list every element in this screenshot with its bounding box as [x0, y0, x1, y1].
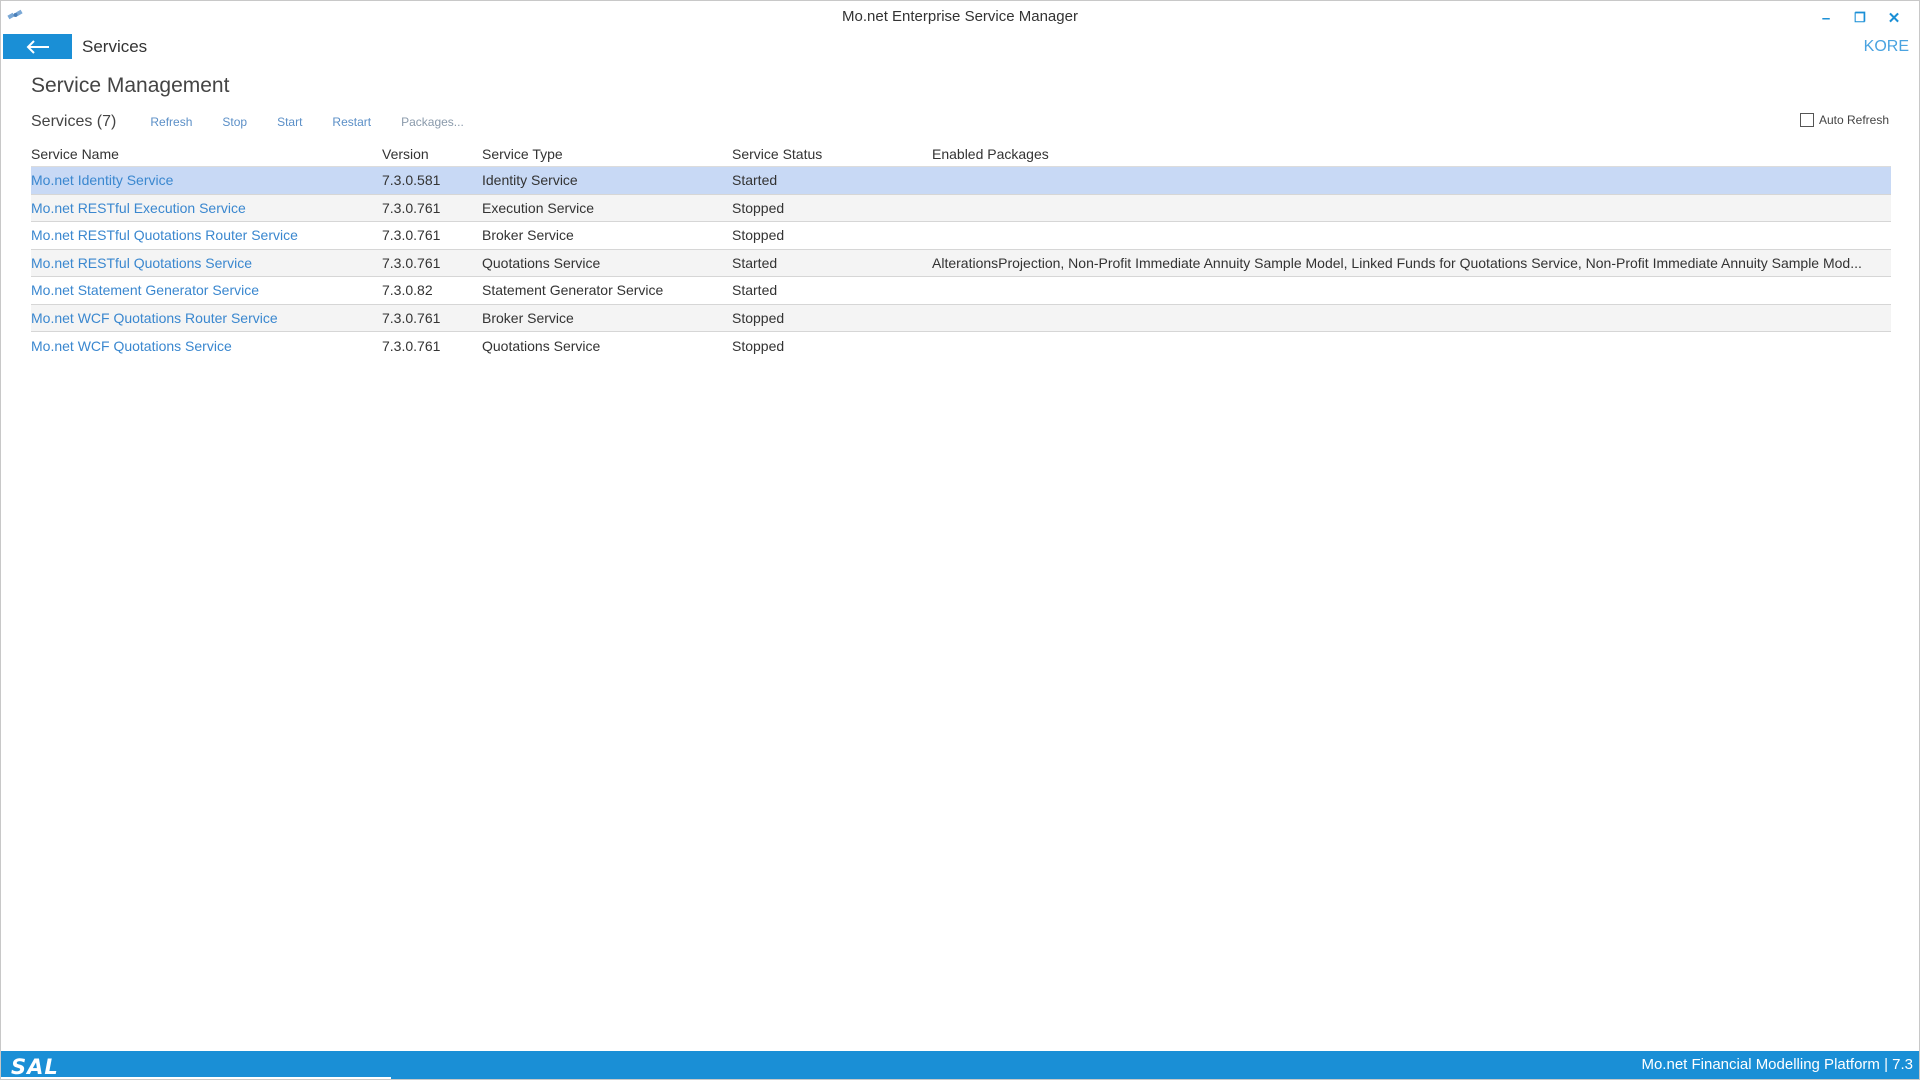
cell-service-type: Quotations Service [482, 337, 601, 354]
cell-service-name[interactable]: Mo.net RESTful Quotations Service [31, 255, 382, 271]
cell-service-name[interactable]: Mo.net WCF Quotations Router Service [31, 310, 382, 326]
cell-service-name[interactable]: Mo.net RESTful Execution Service [31, 200, 382, 216]
start-button[interactable]: Start [277, 115, 302, 129]
table-row[interactable]: Mo.net Identity Service 7.3.0.581 Identi… [31, 167, 1891, 195]
cell-service-status: Started [732, 254, 778, 271]
minimize-button[interactable]: – [1809, 7, 1843, 29]
cell-version: 7.3.0.761 [382, 227, 441, 244]
services-table: Service Name Version Service Type Servic… [31, 141, 1891, 360]
auto-refresh-label: Auto Refresh [1818, 113, 1889, 127]
services-count: Services (7) [31, 113, 117, 130]
cell-service-status: Started [732, 282, 778, 299]
cell-version: 7.3.0.761 [382, 337, 441, 354]
footer-divider [1, 1077, 391, 1079]
table-row[interactable]: Mo.net WCF Quotations Service 7.3.0.761 … [31, 332, 1891, 360]
cell-enabled-packages: AlterationsProjection, Non-Profit Immedi… [932, 254, 1862, 271]
table-row[interactable]: Mo.net RESTful Execution Service 7.3.0.7… [31, 194, 1891, 222]
arrow-left-icon [26, 39, 49, 54]
table-row[interactable]: Mo.net WCF Quotations Router Service 7.3… [31, 304, 1891, 332]
nav-title: Services [82, 37, 148, 56]
cell-version: 7.3.0.761 [382, 199, 441, 216]
table-row[interactable]: Mo.net Statement Generator Service 7.3.0… [31, 277, 1891, 305]
cell-service-status: Stopped [732, 337, 785, 354]
toolbar: Services (7) Refresh Stop Start Restart … [31, 112, 494, 132]
stop-button[interactable]: Stop [222, 115, 247, 129]
platform-version-label: Mo.net Financial Modelling Platform | 7.… [1641, 1056, 1913, 1073]
close-button[interactable]: ✕ [1877, 7, 1911, 29]
restore-button[interactable]: ❐ [1843, 7, 1877, 29]
cell-service-type: Broker Service [482, 227, 574, 244]
cell-service-type: Statement Generator Service [482, 282, 664, 299]
cell-version: 7.3.0.761 [382, 254, 441, 271]
packages-button[interactable]: Packages... [401, 115, 464, 129]
page-title: Service Management [31, 74, 230, 97]
header-service-name[interactable]: Service Name [31, 146, 382, 162]
auto-refresh-checkbox[interactable] [1799, 113, 1814, 127]
header-enabled-packages[interactable]: Enabled Packages [932, 146, 1891, 162]
table-row[interactable]: Mo.net RESTful Quotations Router Service… [31, 222, 1891, 250]
cell-service-type: Quotations Service [482, 254, 601, 271]
refresh-button[interactable]: Refresh [150, 115, 192, 129]
cell-service-type: Broker Service [482, 309, 574, 326]
header-version[interactable]: Version [382, 146, 482, 162]
environment-label[interactable]: KORE [1864, 38, 1909, 56]
table-header: Service Name Version Service Type Servic… [31, 141, 1891, 167]
cell-service-name[interactable]: Mo.net WCF Quotations Service [31, 338, 382, 354]
header-service-type[interactable]: Service Type [482, 146, 732, 162]
cell-service-name[interactable]: Mo.net RESTful Quotations Router Service [31, 227, 382, 243]
title-bar: Mo.net Enterprise Service Manager – ❐ ✕ [1, 1, 1919, 33]
cell-version: 7.3.0.82 [382, 282, 433, 299]
restart-button[interactable]: Restart [332, 115, 371, 129]
auto-refresh-toggle[interactable]: Auto Refresh [1799, 113, 1889, 127]
cell-service-status: Started [732, 172, 778, 189]
window-title: Mo.net Enterprise Service Manager [842, 8, 1078, 25]
cell-version: 7.3.0.581 [382, 172, 441, 189]
cell-service-status: Stopped [732, 227, 785, 244]
cell-service-type: Identity Service [482, 172, 578, 189]
cell-service-status: Stopped [732, 309, 785, 326]
cell-service-name[interactable]: Mo.net Identity Service [31, 172, 382, 188]
cell-service-name[interactable]: Mo.net Statement Generator Service [31, 282, 382, 298]
window-controls: – ❐ ✕ [1809, 7, 1911, 29]
cell-version: 7.3.0.761 [382, 309, 441, 326]
back-button[interactable] [3, 34, 72, 59]
status-bar: SAL Mo.net Financial Modelling Platform … [1, 1051, 1919, 1079]
header-service-status[interactable]: Service Status [732, 146, 932, 162]
cell-service-type: Execution Service [482, 199, 595, 216]
cell-service-status: Stopped [732, 199, 785, 216]
sal-logo: SAL [11, 1055, 59, 1079]
table-row[interactable]: Mo.net RESTful Quotations Service 7.3.0.… [31, 249, 1891, 277]
